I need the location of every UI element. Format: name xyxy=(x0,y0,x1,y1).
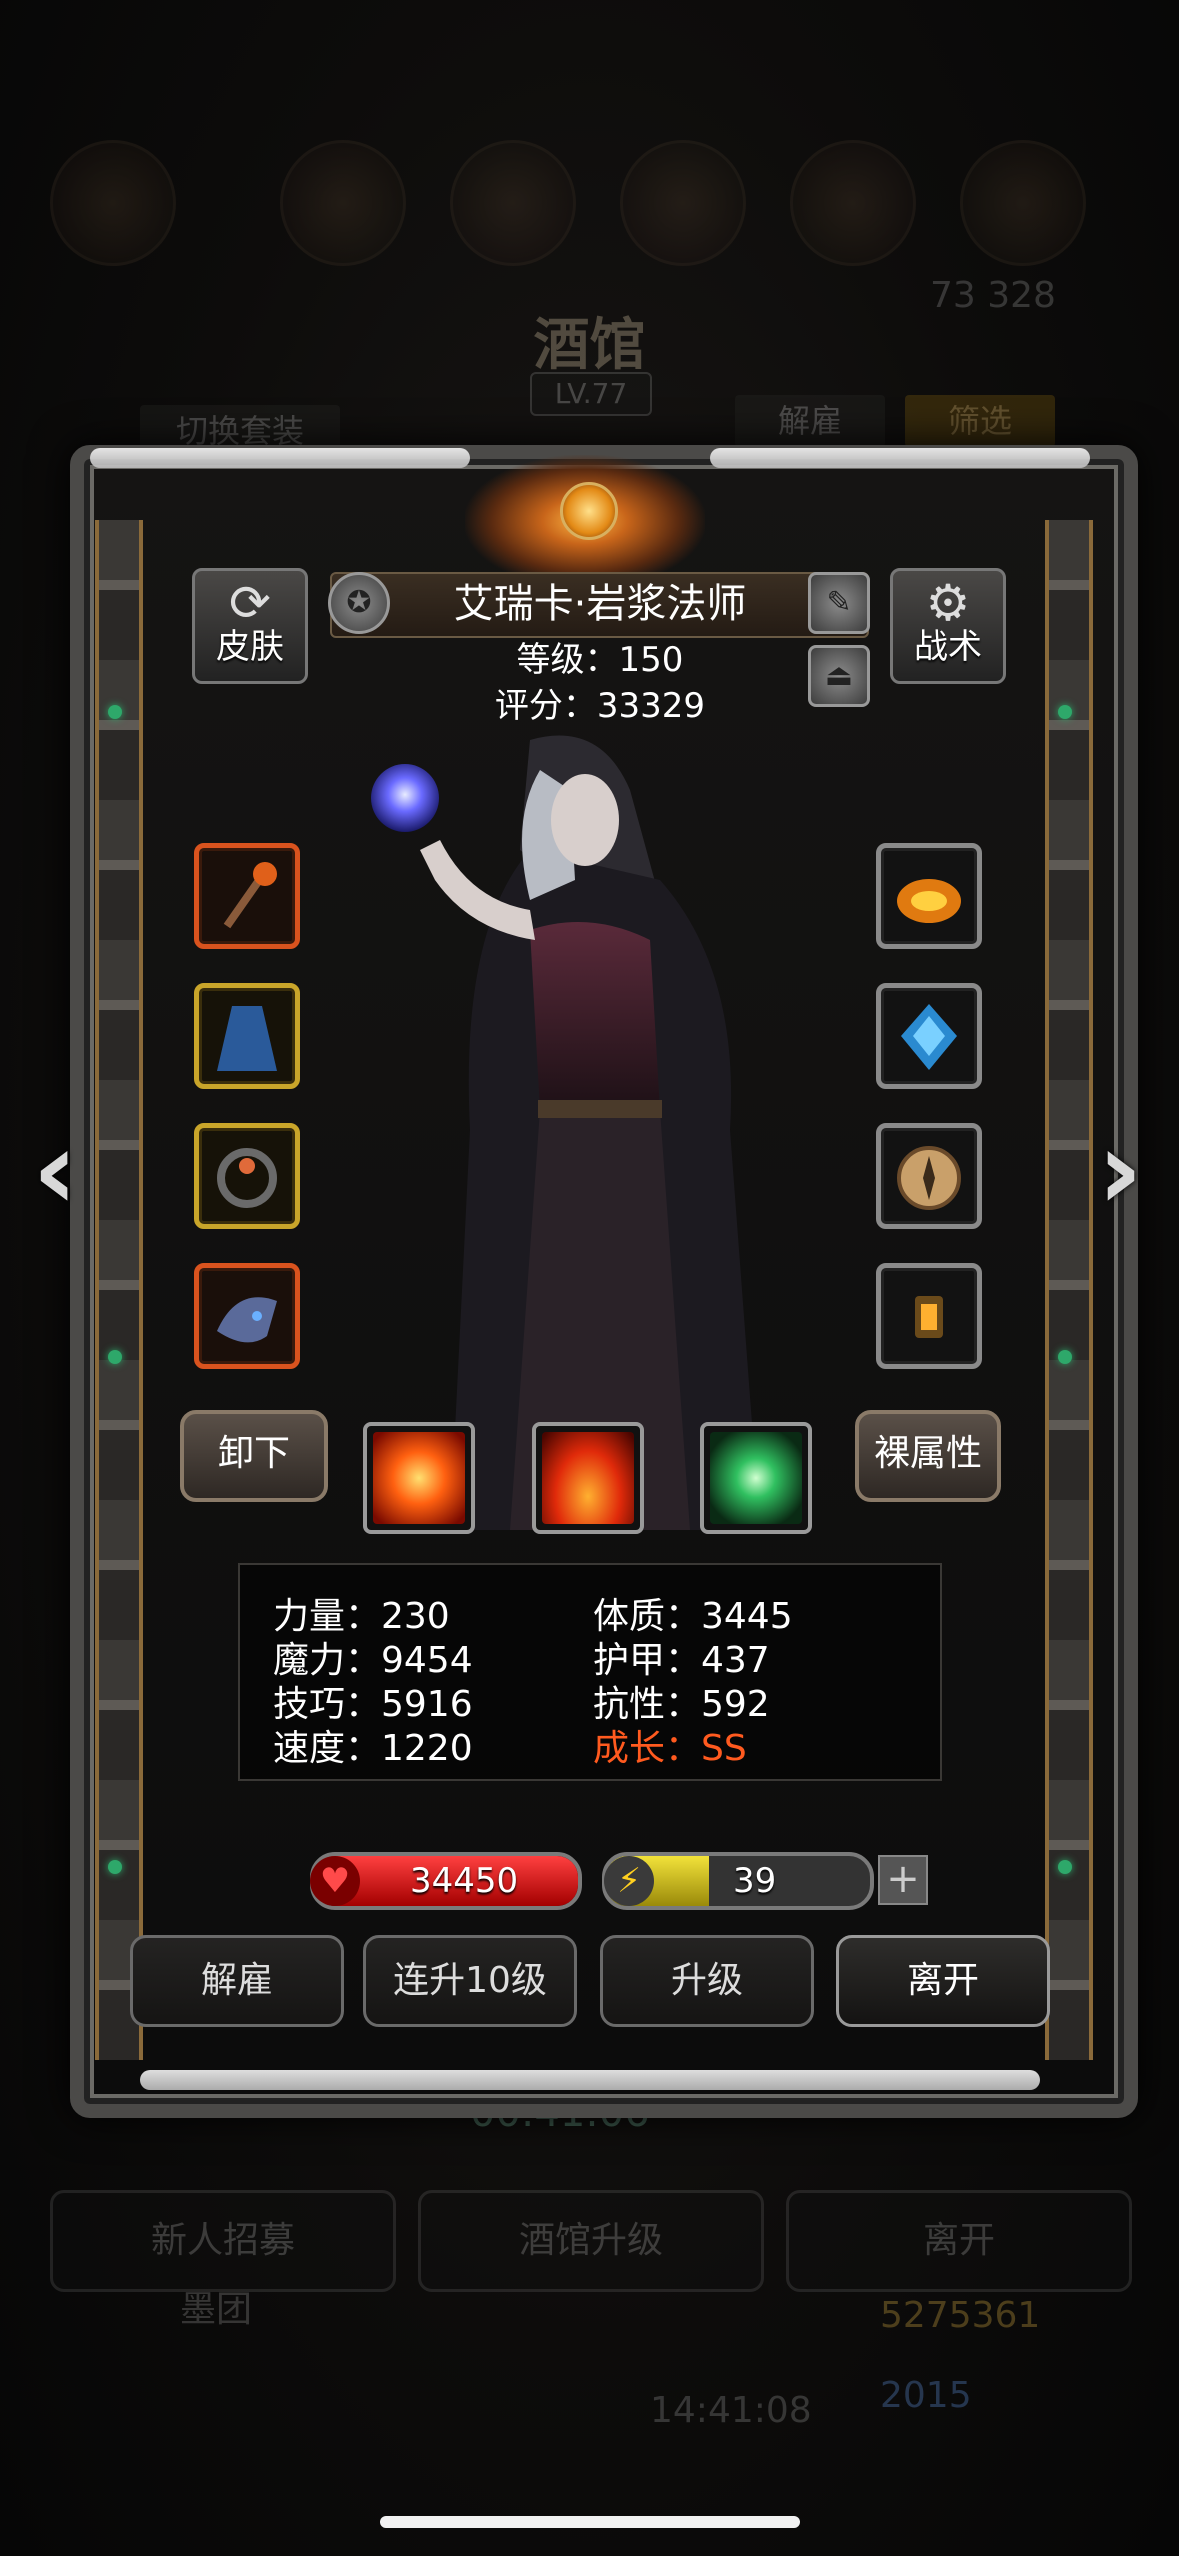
frame-snow xyxy=(140,2070,1040,2090)
equip-slot-lantern[interactable] xyxy=(876,1263,982,1369)
robe-icon xyxy=(217,1006,277,1071)
bg-dismiss-tag: 解雇 xyxy=(735,395,885,447)
tavern-upgrade-button-bg: 酒馆升级 xyxy=(418,2190,764,2292)
menu-icon-5 xyxy=(960,140,1086,266)
equip-slot-helm[interactable] xyxy=(194,1263,300,1369)
equip-slot-robe[interactable] xyxy=(194,983,300,1089)
fire-crown-icon xyxy=(897,879,961,923)
tactics-button[interactable]: ⚙ 战术 xyxy=(890,568,1006,684)
frame-gem xyxy=(1058,1860,1072,1874)
menu-icon-2 xyxy=(450,140,576,266)
frame-pillar-left xyxy=(95,520,143,2060)
frame-pillar-right xyxy=(1045,520,1093,2060)
refresh-icon: ⟳ xyxy=(229,574,271,632)
menu-icon-3 xyxy=(620,140,746,266)
clock: 14:41:08 xyxy=(650,2390,812,2431)
gold-amount: 5275361 xyxy=(880,2295,1041,2336)
green-crystal-icon xyxy=(710,1432,802,1524)
dismiss-button[interactable]: 解雇 xyxy=(130,1935,344,2027)
bg-filter-tag: 筛选 xyxy=(905,395,1055,447)
leave-button[interactable]: 离开 xyxy=(836,1935,1050,2027)
tactics-label: 战术 xyxy=(914,627,982,667)
previous-arrow-icon[interactable]: ‹ xyxy=(15,1115,95,1225)
leave-button-bg: 离开 xyxy=(786,2190,1132,2292)
edit-icon[interactable]: ✎ xyxy=(808,572,870,634)
level-up-button[interactable]: 升级 xyxy=(600,1935,814,2027)
equip-slot-staff[interactable] xyxy=(194,843,300,949)
player-avatar xyxy=(50,140,176,266)
equip-slot-crown[interactable] xyxy=(876,843,982,949)
frame-gem xyxy=(1058,705,1072,719)
lantern-icon xyxy=(915,1296,943,1338)
stat-growth: 成长：SS xyxy=(593,1728,747,1769)
menu-icon-4 xyxy=(790,140,916,266)
home-indicator[interactable] xyxy=(380,2516,800,2528)
frame-gem xyxy=(1058,1350,1072,1364)
stat-speed: 速度：1220 xyxy=(273,1728,473,1769)
equip-slot-ring[interactable] xyxy=(194,1123,300,1229)
frame-snow xyxy=(90,448,470,468)
recruit-button-bg: 新人招募 xyxy=(50,2190,396,2292)
skin-label: 皮肤 xyxy=(216,627,284,667)
belt xyxy=(538,1100,662,1118)
hero-score: 评分：33329 xyxy=(494,686,706,726)
hero-level: 等级：150 xyxy=(516,640,684,680)
skill-slot-1[interactable] xyxy=(363,1422,475,1534)
heart-icon: ♥ xyxy=(310,1856,360,1906)
equip-slot-compass[interactable] xyxy=(876,1123,982,1229)
gear-icon: ⚙ xyxy=(925,574,971,632)
unequip-button[interactable]: 卸下 xyxy=(180,1410,328,1502)
tavern-level: LV.77 xyxy=(530,372,652,416)
lightning-icon: ⚡ xyxy=(604,1856,654,1906)
dress xyxy=(530,922,660,1120)
add-energy-button[interactable]: + xyxy=(878,1855,928,1905)
face xyxy=(551,774,619,866)
group-label: 墨团 xyxy=(180,2289,253,2330)
hp-value: 34450 xyxy=(410,1861,519,1901)
energy-value: 39 xyxy=(733,1861,777,1901)
skill-slot-2[interactable] xyxy=(532,1422,644,1534)
gem-amount: 2015 xyxy=(880,2375,972,2416)
frame-snow xyxy=(710,448,1090,468)
dragon-helm-icon xyxy=(217,1297,277,1343)
crest-star-icon xyxy=(560,482,618,540)
hero-name: 艾瑞卡·岩浆法师 xyxy=(453,581,747,627)
frame-gem xyxy=(108,705,122,719)
ring-icon xyxy=(217,1148,277,1208)
frame-gem xyxy=(108,1350,122,1364)
frame-gem xyxy=(108,1860,122,1874)
fire-burst-icon xyxy=(373,1432,465,1524)
skin-button[interactable]: ⟳ 皮肤 xyxy=(192,568,308,684)
menu-icon-1 xyxy=(280,140,406,266)
flame-icon xyxy=(542,1432,634,1524)
level-up-10-button[interactable]: 连升10级 xyxy=(363,1935,577,2027)
staff-icon xyxy=(223,862,277,929)
equip-slot-crystal[interactable] xyxy=(876,983,982,1089)
bare-stats-button[interactable]: 裸属性 xyxy=(855,1410,1001,1502)
magic-orb xyxy=(371,764,439,832)
skill-slot-3[interactable] xyxy=(700,1422,812,1534)
blue-crystal-icon xyxy=(901,1004,957,1070)
compass-icon xyxy=(897,1146,961,1210)
next-arrow-icon[interactable]: › xyxy=(1080,1115,1160,1225)
tavern-title: 酒馆 xyxy=(533,312,646,378)
